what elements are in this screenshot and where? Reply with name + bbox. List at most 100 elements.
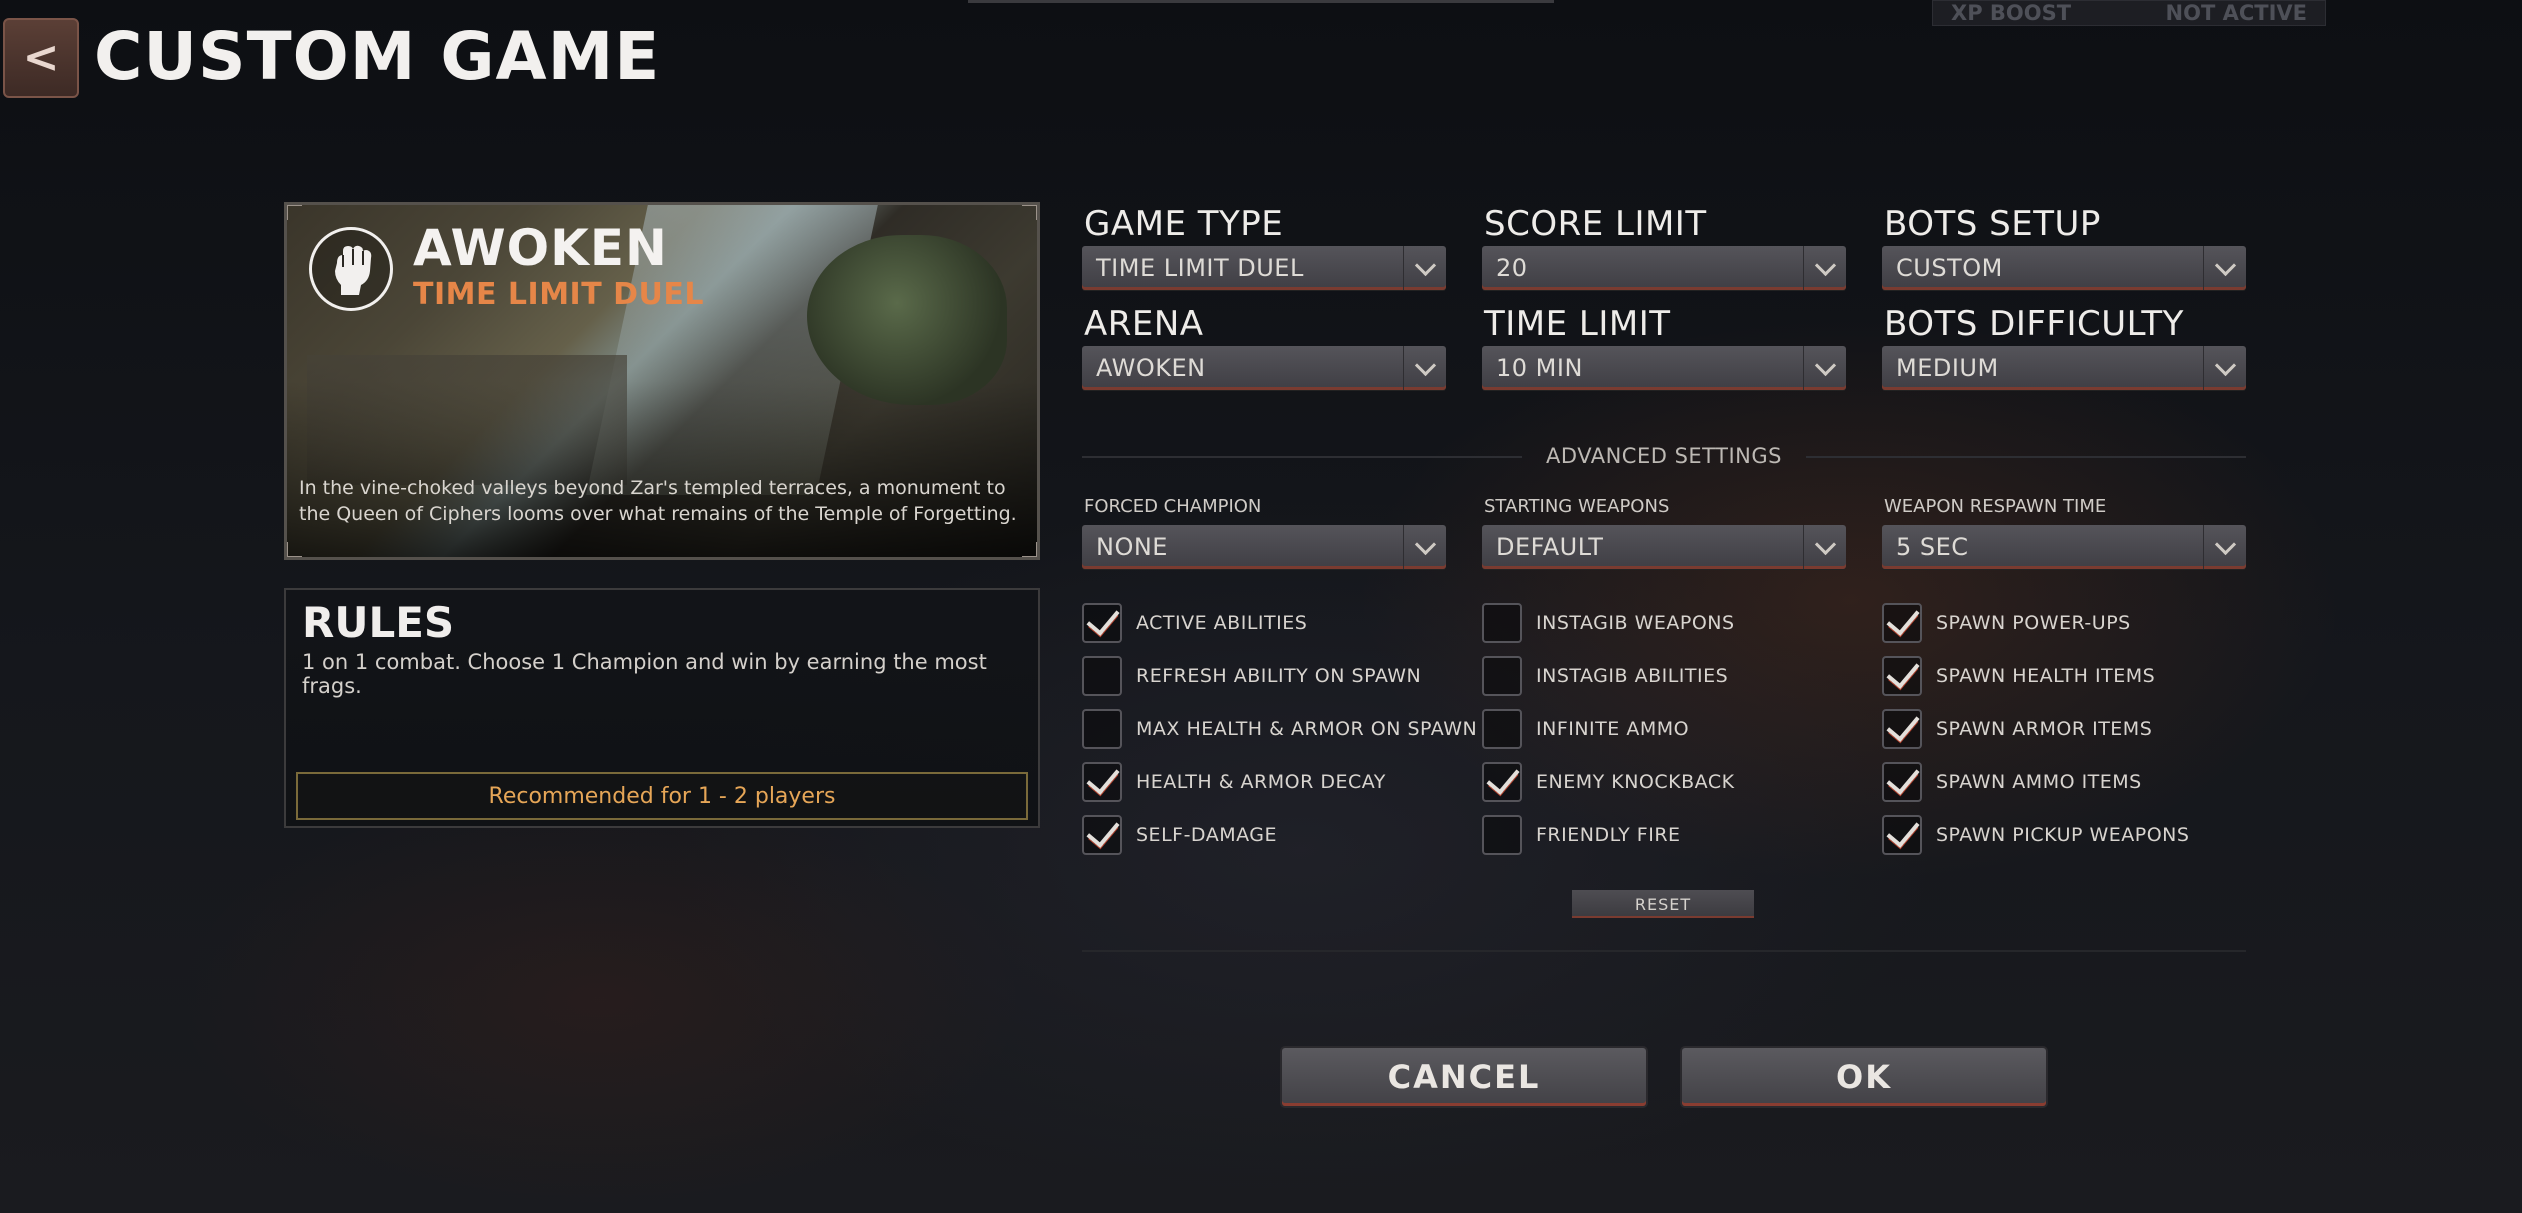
checkbox-label: ENEMY KNOCKBACK — [1536, 771, 1735, 793]
checkbox[interactable] — [1882, 760, 1922, 802]
bots-difficulty-label: BOTS DIFFICULTY — [1884, 304, 2184, 344]
chevron-down-icon — [1803, 246, 1846, 290]
arena-label: ARENA — [1084, 304, 1204, 344]
bottom-divider — [1082, 950, 2246, 952]
chevron-down-icon — [1403, 525, 1446, 569]
forced-champion-dropdown[interactable]: NONE — [1082, 525, 1446, 569]
advanced-settings-title: ADVANCED SETTINGS — [1546, 444, 1782, 468]
back-arrow-icon: < — [22, 32, 60, 83]
checkbox[interactable] — [1882, 654, 1922, 696]
back-button[interactable]: < — [3, 18, 79, 98]
checkbox[interactable] — [1482, 603, 1522, 643]
checkbox-label: REFRESH ABILITY ON SPAWN — [1136, 665, 1422, 687]
checkbox-spawn-weapons[interactable]: SPAWN PICKUP WEAPONS — [1882, 813, 2189, 857]
checkbox-spawn-powerups[interactable]: SPAWN POWER-UPS — [1882, 601, 2189, 645]
cancel-button[interactable]: CANCEL — [1282, 1048, 1646, 1106]
rules-text: 1 on 1 combat. Choose 1 Champion and win… — [302, 650, 987, 698]
bots-setup-label: BOTS SETUP — [1884, 204, 2101, 244]
chevron-down-icon — [1403, 246, 1446, 290]
checkbox[interactable] — [1882, 707, 1922, 749]
time-limit-dropdown[interactable]: 10 MIN — [1482, 346, 1846, 390]
checkbox[interactable] — [1482, 760, 1522, 802]
time-limit-label: TIME LIMIT — [1484, 304, 1671, 344]
recommended-players: Recommended for 1 - 2 players — [296, 772, 1028, 820]
checkbox-instagib-weapons[interactable]: INSTAGIB WEAPONS — [1482, 601, 1735, 645]
corner-ornament — [287, 205, 302, 220]
corner-ornament — [1022, 542, 1037, 557]
checkbox-column-1: ACTIVE ABILITIES REFRESH ABILITY ON SPAW… — [1082, 601, 1477, 857]
checkbox-label: INSTAGIB WEAPONS — [1536, 612, 1735, 634]
arena-value: AWOKEN — [1096, 354, 1206, 382]
game-type-value: TIME LIMIT DUEL — [1096, 254, 1304, 282]
checkbox-label: SPAWN HEALTH ITEMS — [1936, 665, 2156, 687]
chevron-down-icon — [1803, 525, 1846, 569]
checkbox-label: FRIENDLY FIRE — [1536, 824, 1681, 846]
checkbox-max-health[interactable]: MAX HEALTH & ARMOR ON SPAWN — [1082, 707, 1477, 751]
reset-button[interactable]: RESET — [1572, 890, 1754, 918]
ok-button[interactable]: OK — [1682, 1048, 2046, 1106]
bots-difficulty-value: MEDIUM — [1896, 354, 1999, 382]
checkbox[interactable] — [1482, 709, 1522, 749]
checkbox-label: MAX HEALTH & ARMOR ON SPAWN — [1136, 718, 1478, 740]
checkbox-label: INFINITE AMMO — [1536, 718, 1690, 740]
weapon-respawn-dropdown[interactable]: 5 SEC — [1882, 525, 2246, 569]
chevron-down-icon — [1803, 346, 1846, 390]
rules-panel: RULES 1 on 1 combat. Choose 1 Champion a… — [284, 588, 1040, 828]
forced-champion-label: FORCED CHAMPION — [1084, 496, 1262, 517]
map-name: AWOKEN — [413, 219, 668, 277]
game-type-dropdown[interactable]: TIME LIMIT DUEL — [1082, 246, 1446, 290]
checkbox-spawn-ammo[interactable]: SPAWN AMMO ITEMS — [1882, 760, 2189, 804]
arena-dropdown[interactable]: AWOKEN — [1082, 346, 1446, 390]
top-divider — [968, 0, 1554, 3]
checkbox[interactable] — [1082, 656, 1122, 696]
bots-setup-dropdown[interactable]: CUSTOM — [1882, 246, 2246, 290]
chevron-down-icon — [2203, 246, 2246, 290]
checkbox-self-damage[interactable]: SELF-DAMAGE — [1082, 813, 1477, 857]
checkbox[interactable] — [1482, 815, 1522, 855]
checkbox[interactable] — [1882, 601, 1922, 643]
corner-ornament — [1022, 205, 1037, 220]
checkbox-friendly-fire[interactable]: FRIENDLY FIRE — [1482, 813, 1735, 857]
checkbox-column-2: INSTAGIB WEAPONS INSTAGIB ABILITIES INFI… — [1482, 601, 1735, 857]
checkbox-enemy-knockback[interactable]: ENEMY KNOCKBACK — [1482, 760, 1735, 804]
checkbox-label: HEALTH & ARMOR DECAY — [1136, 771, 1386, 793]
checkbox[interactable] — [1082, 709, 1122, 749]
score-limit-dropdown[interactable]: 20 — [1482, 246, 1846, 290]
starting-weapons-value: DEFAULT — [1496, 533, 1604, 561]
checkbox-health-decay[interactable]: HEALTH & ARMOR DECAY — [1082, 760, 1477, 804]
time-limit-value: 10 MIN — [1496, 354, 1583, 382]
forced-champion-value: NONE — [1096, 533, 1168, 561]
starting-weapons-label: STARTING WEAPONS — [1484, 496, 1670, 517]
checkbox[interactable] — [1082, 760, 1122, 802]
checkbox-label: ACTIVE ABILITIES — [1136, 612, 1308, 634]
checkbox-instagib-abilities[interactable]: INSTAGIB ABILITIES — [1482, 654, 1735, 698]
rules-title: RULES — [302, 598, 455, 647]
xp-boost-indicator: XP BOOST NOT ACTIVE — [1932, 0, 2326, 26]
bots-difficulty-dropdown[interactable]: MEDIUM — [1882, 346, 2246, 390]
checkbox[interactable] — [1482, 656, 1522, 696]
checkbox-label: SPAWN PICKUP WEAPONS — [1936, 824, 2190, 846]
checkbox[interactable] — [1082, 813, 1122, 855]
weapon-respawn-label: WEAPON RESPAWN TIME — [1884, 496, 2107, 517]
score-limit-label: SCORE LIMIT — [1484, 204, 1707, 244]
checkbox[interactable] — [1882, 813, 1922, 855]
chevron-down-icon — [2203, 346, 2246, 390]
starting-weapons-dropdown[interactable]: DEFAULT — [1482, 525, 1846, 569]
checkbox-label: SPAWN ARMOR ITEMS — [1936, 718, 2153, 740]
xp-boost-label: XP BOOST — [1951, 1, 2072, 25]
bots-setup-value: CUSTOM — [1896, 254, 2003, 282]
checkbox-spawn-armor[interactable]: SPAWN ARMOR ITEMS — [1882, 707, 2189, 751]
checkbox-infinite-ammo[interactable]: INFINITE AMMO — [1482, 707, 1735, 751]
page-title: CUSTOM GAME — [94, 18, 661, 95]
checkbox-spawn-health[interactable]: SPAWN HEALTH ITEMS — [1882, 654, 2189, 698]
checkbox-label: INSTAGIB ABILITIES — [1536, 665, 1729, 687]
corner-ornament — [287, 542, 302, 557]
checkbox[interactable] — [1082, 601, 1122, 643]
checkbox-active-abilities[interactable]: ACTIVE ABILITIES — [1082, 601, 1477, 645]
checkbox-refresh-ability[interactable]: REFRESH ABILITY ON SPAWN — [1082, 654, 1477, 698]
checkbox-column-3: SPAWN POWER-UPS SPAWN HEALTH ITEMS SPAWN… — [1882, 601, 2189, 857]
chevron-down-icon — [2203, 525, 2246, 569]
raised-fist-icon — [309, 227, 393, 311]
map-description: In the vine-choked valleys beyond Zar's … — [299, 477, 1017, 525]
game-type-label: GAME TYPE — [1084, 204, 1284, 244]
